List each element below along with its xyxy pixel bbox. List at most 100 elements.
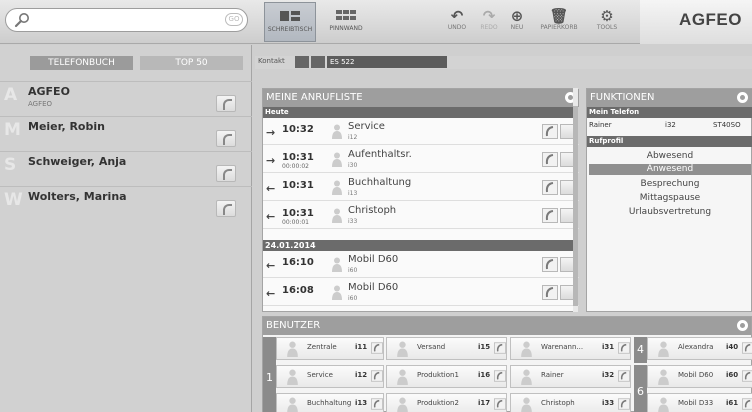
user-card[interactable]: Mobil D33 i61: [647, 393, 752, 412]
profile-option-active[interactable]: Anwesend: [589, 164, 751, 175]
avatar-icon: [332, 257, 342, 272]
call-button[interactable]: [371, 369, 383, 383]
call-button[interactable]: [494, 341, 506, 355]
view-label: PINNWAND: [329, 25, 363, 32]
call-row[interactable]: → 10:32 Service i12: [263, 119, 579, 145]
avatar-icon: [521, 369, 532, 385]
call-row[interactable]: ← 16:08 Mobil D60 i60: [263, 280, 579, 306]
call-back-button[interactable]: [542, 257, 558, 272]
search-field[interactable]: GO: [5, 8, 248, 32]
profile-option[interactable]: Mittagspause: [587, 193, 752, 203]
incoming-call-icon: ←: [266, 259, 276, 272]
avatar-icon: [287, 341, 298, 357]
call-list-scrollbar[interactable]: [573, 88, 578, 312]
avatar-icon: [332, 152, 342, 167]
user-card[interactable]: Mobil D60 i60: [647, 365, 752, 388]
call-button[interactable]: [742, 341, 752, 355]
call-row[interactable]: ← 10:31 00:00:01 Christoph i33: [263, 203, 579, 229]
headset-icon[interactable]: [311, 56, 325, 68]
trash-icon: 🗑: [549, 7, 569, 25]
call-button[interactable]: [216, 95, 236, 112]
user-name: Buchhaltung: [307, 399, 352, 407]
user-card[interactable]: Produktion2 i17: [386, 393, 507, 412]
user-card[interactable]: Rainer i32: [510, 365, 631, 388]
pinboard-icon: [336, 10, 356, 20]
call-row[interactable]: → 10:31 00:00:02 Aufenthaltsr. i30: [263, 147, 579, 173]
call-back-button[interactable]: [542, 124, 558, 139]
contact-item[interactable]: M Meier, Robin: [0, 116, 252, 154]
avatar-icon: [658, 369, 669, 385]
group-number: 4: [634, 337, 647, 363]
call-button[interactable]: [618, 369, 630, 383]
profile-option[interactable]: Urlaubsvertretung: [587, 207, 752, 217]
user-card[interactable]: Buchhaltung i13: [276, 393, 384, 412]
call-button[interactable]: [494, 369, 506, 383]
undo-icon: ↶: [450, 7, 464, 25]
call-button[interactable]: [494, 397, 506, 411]
call-button[interactable]: [742, 397, 752, 411]
trash-button[interactable]: 🗑 PAPIERKORB: [536, 8, 582, 40]
incoming-call-icon: ←: [266, 287, 276, 300]
avatar-icon: [658, 341, 669, 357]
call-time: 16:08: [282, 285, 314, 296]
call-button[interactable]: [216, 130, 236, 147]
call-button[interactable]: [216, 200, 236, 217]
user-card[interactable]: Service i12: [276, 365, 384, 388]
user-name: Christoph: [541, 399, 575, 407]
gear-icon[interactable]: [737, 320, 748, 331]
user-name: Versand: [417, 343, 446, 351]
profile-option[interactable]: Abwesend: [587, 151, 752, 161]
call-back-button[interactable]: [542, 285, 558, 300]
call-back-button[interactable]: [542, 152, 558, 167]
device-selector[interactable]: ES 522: [327, 56, 447, 68]
search-go-button[interactable]: GO: [225, 13, 243, 26]
contact-strip: Kontakt ES 522: [255, 56, 752, 69]
call-row[interactable]: ← 10:31 Buchhaltung i13: [263, 175, 579, 201]
outgoing-call-icon: →: [266, 154, 276, 167]
user-card[interactable]: Produktion1 i16: [386, 365, 507, 388]
view-schreibtisch-button[interactable]: SCHREIBTISCH: [264, 2, 316, 42]
view-pinnwand-button[interactable]: PINNWAND: [320, 2, 372, 42]
gear-icon[interactable]: [737, 92, 748, 103]
scrollbar-thumb[interactable]: [573, 106, 578, 306]
contact-label: Kontakt: [258, 57, 285, 65]
user-card[interactable]: Alexandra i40: [647, 337, 752, 360]
new-button[interactable]: ⊕ NEU: [500, 8, 534, 40]
undo-button[interactable]: ↶ UNDO: [440, 8, 474, 40]
profile-option[interactable]: Besprechung: [587, 179, 752, 189]
contact-item[interactable]: S Schweiger, Anja: [0, 151, 252, 189]
user-card[interactable]: Zentrale i11: [276, 337, 384, 360]
contact-item[interactable]: A AGFEO AGFEO: [0, 81, 252, 119]
call-name: Mobil D60: [348, 282, 399, 293]
incoming-call-icon: ←: [266, 210, 276, 223]
phone-handset-icon[interactable]: [295, 56, 309, 68]
users-title: BENUTZER: [266, 320, 321, 331]
user-card[interactable]: Versand i15: [386, 337, 507, 360]
call-back-button[interactable]: [542, 208, 558, 223]
avatar-icon: [332, 285, 342, 300]
call-row[interactable]: ← 16:10 Mobil D60 i60: [263, 252, 579, 278]
user-name: Zentrale: [307, 343, 337, 351]
group-number: 6: [634, 365, 647, 412]
user-card[interactable]: Christoph i33: [510, 393, 631, 412]
call-button[interactable]: [216, 165, 236, 182]
avatar-icon: [332, 208, 342, 223]
user-name: Rainer: [541, 371, 564, 379]
tools-button[interactable]: ⚙ TOOLS: [590, 8, 624, 40]
contact-item[interactable]: W Wolters, Marina: [0, 186, 252, 224]
call-back-button[interactable]: [542, 180, 558, 195]
call-button[interactable]: [371, 341, 383, 355]
users-panel: BENUTZER 1 Zentrale i11 Service i12 Buchhaltu…: [262, 316, 752, 412]
search-input[interactable]: [34, 13, 209, 27]
call-button[interactable]: [618, 397, 630, 411]
tab-telefonbuch[interactable]: TELEFONBUCH: [30, 56, 133, 70]
tab-top50[interactable]: TOP 50: [140, 56, 243, 70]
call-extension: i60: [348, 295, 358, 302]
call-button[interactable]: [742, 369, 752, 383]
call-name: Buchhaltung: [348, 177, 412, 188]
user-card[interactable]: Warenann... i31: [510, 337, 631, 360]
call-button[interactable]: [371, 397, 383, 411]
undo-label: UNDO: [447, 24, 467, 31]
brand-text: AGFEO: [679, 10, 742, 29]
call-button[interactable]: [618, 341, 630, 355]
